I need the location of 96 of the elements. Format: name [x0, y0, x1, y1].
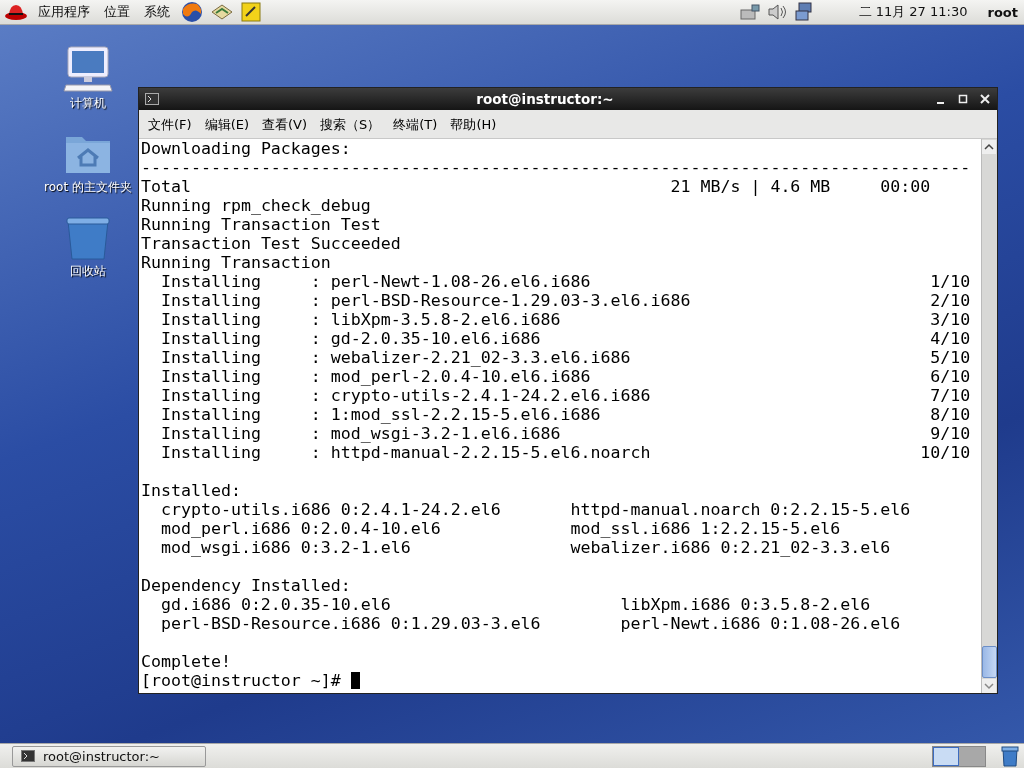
terminal-text: 8/10	[929, 405, 971, 424]
clock[interactable]: 二 11月 27 11:30	[858, 3, 968, 21]
desktop-icon-label[interactable]: root 的主文件夹	[44, 179, 132, 196]
terminal-text: httpd-manual.noarch 0:2.2.15-5.el6	[570, 500, 911, 519]
terminal-text: [root@instructor ~]#	[141, 671, 342, 690]
terminal-text: Installing	[160, 386, 262, 405]
trash-bin-icon[interactable]	[1000, 745, 1020, 767]
terminal-text: webalizer-2.21_02-3.3.el6.i686	[330, 348, 632, 367]
terminal-text: gd.i686 0:2.0.35-10.el6	[160, 595, 392, 614]
terminal-text: perl-BSD-Resource-1.29.03-3.el6.i686	[330, 291, 692, 310]
maximize-icon[interactable]	[957, 93, 969, 105]
terminal-text: Installing	[160, 310, 262, 329]
scroll-down-icon[interactable]	[982, 679, 996, 693]
volume-icon[interactable]	[766, 2, 789, 22]
terminal-text: perl-Newt.i686 0:1.08-26.el6	[620, 614, 901, 633]
terminal-text: 9/10	[929, 424, 971, 443]
network-icon[interactable]	[738, 2, 761, 22]
terminal-text: Installing	[160, 329, 262, 348]
terminal-text: mod_perl-2.0.4-10.el6.i686	[330, 367, 592, 386]
terminal-text: Running Transaction Test	[141, 215, 381, 234]
terminal-text: perl-BSD-Resource.i686 0:1.29.03-3.el6	[160, 614, 542, 633]
terminal-text: Running rpm_check_debug	[141, 196, 371, 215]
terminal-text: Installing	[160, 443, 262, 462]
terminal-text: libXpm-3.5.8-2.el6.i686	[330, 310, 562, 329]
terminal-text: 5/10	[929, 348, 971, 367]
menu-item[interactable]: 查看(V)	[257, 116, 313, 134]
text-cursor	[350, 672, 360, 689]
terminal-text: crypto-utils.i686 0:2.4.1-24.2.el6	[160, 500, 502, 519]
globe-icon[interactable]	[180, 0, 204, 24]
terminal-text: 1:mod_ssl-2.2.15-5.el6.i686	[330, 405, 602, 424]
terminal-text: :	[310, 272, 322, 291]
terminal-text: Dependency Installed:	[141, 576, 351, 595]
terminal-text: 00:00	[880, 177, 931, 196]
terminal-text: Total	[141, 177, 192, 196]
terminal-text: 3/10	[929, 310, 971, 329]
menu-item[interactable]: 搜索（S）	[315, 116, 386, 134]
terminal-text: :	[310, 424, 322, 443]
menu-item[interactable]: 帮助(H)	[445, 116, 502, 134]
terminal-text: crypto-utils-2.4.1-24.2.el6.i686	[330, 386, 652, 405]
terminal-text: -----------------------------------------------------------------------------------	[141, 158, 971, 177]
terminal-text: Installing	[160, 367, 262, 386]
terminal-text: mod_ssl.i686 1:2.2.15-5.el6	[570, 519, 841, 538]
scroll-thumb[interactable]	[982, 646, 997, 678]
terminal-text: 1/10	[929, 272, 971, 291]
terminal-text: :	[310, 443, 322, 462]
terminal-text: libXpm.i686 0:3.5.8-2.el6	[620, 595, 871, 614]
terminal-text: 6/10	[929, 367, 971, 386]
terminal-text: 7/10	[929, 386, 971, 405]
terminal-text: 10/10	[920, 443, 971, 462]
menu-item[interactable]: 编辑(E)	[199, 116, 254, 134]
window-title: root@instructor:~	[475, 91, 615, 107]
terminal-text: mod_wsgi-3.2-1.el6.i686	[330, 424, 562, 443]
user-name[interactable]: root	[987, 4, 1018, 20]
terminal-text: Running Transaction	[141, 253, 331, 272]
terminal-text: mod_wsgi.i686 0:3.2-1.el6	[160, 538, 412, 557]
notepad-icon[interactable]	[240, 1, 262, 23]
terminal-text: httpd-manual-2.2.15-5.el6.noarch	[330, 443, 652, 462]
scroll-up-icon[interactable]	[982, 140, 996, 154]
terminal-text: :	[310, 310, 322, 329]
terminal-text: 21 MB/s | 4.6 MB	[670, 177, 832, 196]
terminal-text: Transaction Test Succeeded	[141, 234, 401, 253]
terminal-text: Downloading Packages:	[141, 139, 351, 158]
terminal-text: perl-Newt-1.08-26.el6.i686	[330, 272, 592, 291]
desktop-icon-label[interactable]: 回收站	[70, 263, 106, 280]
terminal-text: Installing	[160, 348, 262, 367]
terminal-text: :	[310, 329, 322, 348]
terminal-text: :	[310, 405, 322, 424]
terminal-text: Installing	[160, 424, 262, 443]
desktop-icon-label[interactable]: 计算机	[70, 95, 106, 112]
terminal-text: 4/10	[929, 329, 971, 348]
panel-menu[interactable]: 系统	[140, 3, 174, 21]
terminal-icon[interactable]	[145, 93, 159, 105]
terminal-text: Installing	[160, 272, 262, 291]
hat-logo-icon[interactable]	[4, 2, 28, 22]
terminal-icon	[21, 750, 35, 762]
menu-item[interactable]: 文件(F)	[143, 116, 197, 134]
terminal-text: :	[310, 348, 322, 367]
taskbar-button[interactable]: root@instructor:~	[12, 745, 206, 767]
panel-menu[interactable]: 应用程序	[34, 3, 94, 21]
terminal-text: Installing	[160, 291, 262, 310]
panel-menu[interactable]: 位置	[100, 3, 134, 21]
terminal-text: Installing	[160, 405, 262, 424]
computer-icon[interactable]	[62, 45, 114, 93]
terminal-text: Complete!	[141, 652, 231, 671]
workspace[interactable]	[933, 746, 959, 766]
terminal-text: :	[310, 386, 322, 405]
menu-item[interactable]: 终端(T)	[388, 116, 443, 134]
terminal-text: :	[310, 367, 322, 386]
terminal-text: :	[310, 291, 322, 310]
terminal-text: gd-2.0.35-10.el6.i686	[330, 329, 542, 348]
scrollbar[interactable]	[981, 139, 997, 693]
terminal-text: webalizer.i686 0:2.21_02-3.3.el6	[570, 538, 891, 557]
terminal-text: Installed:	[141, 481, 241, 500]
close-icon[interactable]	[979, 93, 991, 105]
terminal-text: 2/10	[929, 291, 971, 310]
terminal-text: mod_perl.i686 0:2.0.4-10.el6	[160, 519, 442, 538]
